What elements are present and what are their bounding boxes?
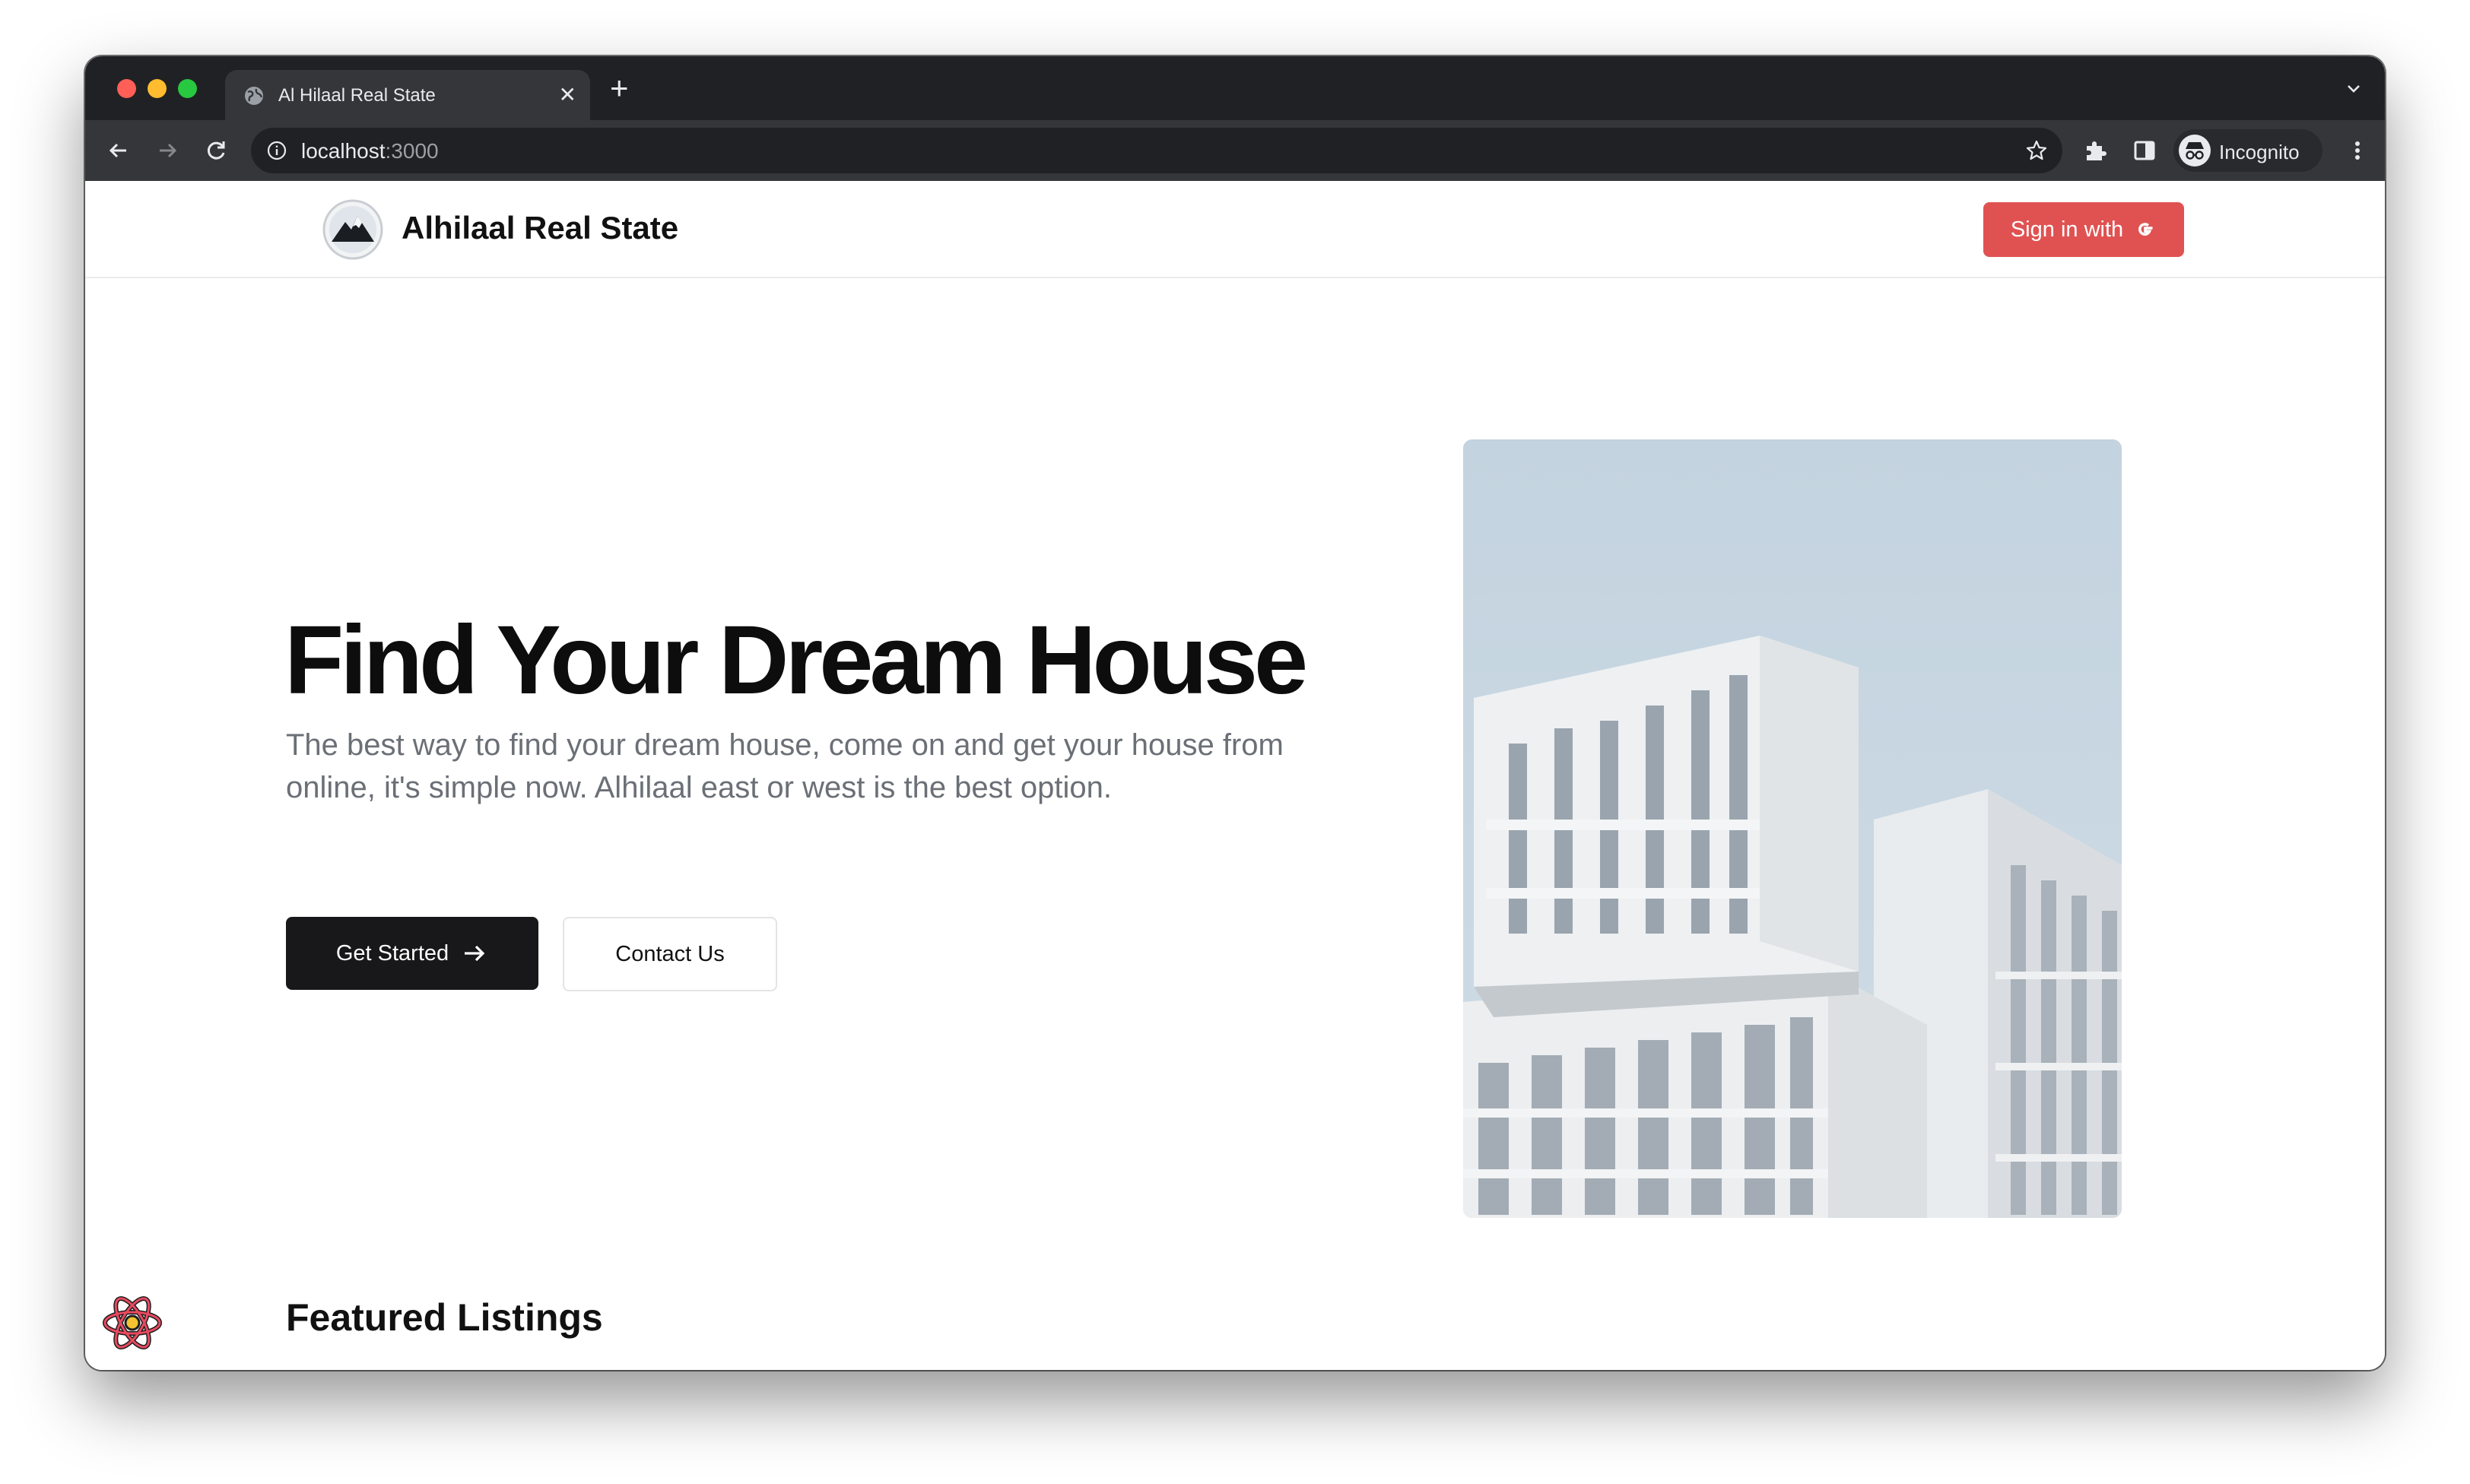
browser-titlebar: Al Hilaal Real State ✕ + bbox=[85, 56, 2385, 120]
building-photo bbox=[1463, 439, 2122, 1218]
reload-icon[interactable] bbox=[201, 135, 231, 166]
page-content: Alhilaal Real State Sign in with Find Yo… bbox=[85, 181, 2385, 1370]
mountain-logo-icon[interactable] bbox=[322, 199, 383, 260]
minimize-window-button[interactable] bbox=[148, 79, 167, 98]
react-devtools-icon[interactable] bbox=[100, 1291, 164, 1355]
hero-description: The best way to find your dream house, c… bbox=[286, 728, 1284, 804]
incognito-label: Incognito bbox=[2219, 141, 2300, 163]
sign-in-label: Sign in with bbox=[2010, 217, 2124, 242]
site-header: Alhilaal Real State Sign in with bbox=[85, 181, 2385, 278]
brand-name[interactable]: Alhilaal Real State bbox=[402, 210, 678, 246]
close-window-button[interactable] bbox=[117, 79, 136, 98]
get-started-button[interactable]: Get Started bbox=[286, 917, 538, 990]
url-port: :3000 bbox=[385, 139, 439, 163]
get-started-label: Get Started bbox=[335, 940, 449, 966]
info-icon[interactable] bbox=[266, 140, 287, 161]
featured-listings-heading: Featured Listings bbox=[286, 1296, 603, 1339]
url-host: localhost bbox=[301, 139, 386, 163]
contact-us-button[interactable]: Contact Us bbox=[563, 917, 777, 991]
browser-tab[interactable]: Al Hilaal Real State ✕ bbox=[225, 70, 590, 120]
incognito-profile-button[interactable]: Incognito bbox=[2173, 129, 2322, 172]
tab-close-icon[interactable]: ✕ bbox=[559, 83, 576, 107]
google-g-icon bbox=[2138, 223, 2153, 236]
incognito-icon bbox=[2179, 135, 2211, 166]
url-text: localhost:3000 bbox=[301, 139, 439, 163]
new-tab-button[interactable]: + bbox=[610, 72, 629, 104]
building-illustration bbox=[1463, 439, 2122, 1218]
browser-toolbar: localhost:3000 Incognito bbox=[85, 120, 2385, 181]
chevron-down-icon[interactable] bbox=[2344, 79, 2364, 99]
globe-icon bbox=[245, 87, 263, 105]
bookmark-star-icon[interactable] bbox=[2024, 138, 2049, 163]
back-arrow-icon[interactable] bbox=[103, 135, 134, 166]
extensions-puzzle-icon[interactable] bbox=[2082, 137, 2110, 164]
contact-us-label: Contact Us bbox=[615, 941, 725, 966]
zoom-window-button[interactable] bbox=[178, 79, 197, 98]
hero-title: Find Your Dream House bbox=[284, 606, 1308, 715]
google-sign-in-button[interactable]: Sign in with bbox=[1983, 202, 2184, 257]
tab-title: Al Hilaal Real State bbox=[278, 85, 436, 106]
side-panel-icon[interactable] bbox=[2131, 137, 2158, 164]
address-bar[interactable]: localhost:3000 bbox=[251, 128, 2062, 173]
browser-window: Al Hilaal Real State ✕ + localhost:3000 bbox=[85, 56, 2385, 1370]
arrow-right-icon bbox=[465, 945, 485, 962]
kebab-menu-icon[interactable] bbox=[2344, 137, 2371, 164]
forward-arrow-icon[interactable] bbox=[152, 135, 183, 166]
